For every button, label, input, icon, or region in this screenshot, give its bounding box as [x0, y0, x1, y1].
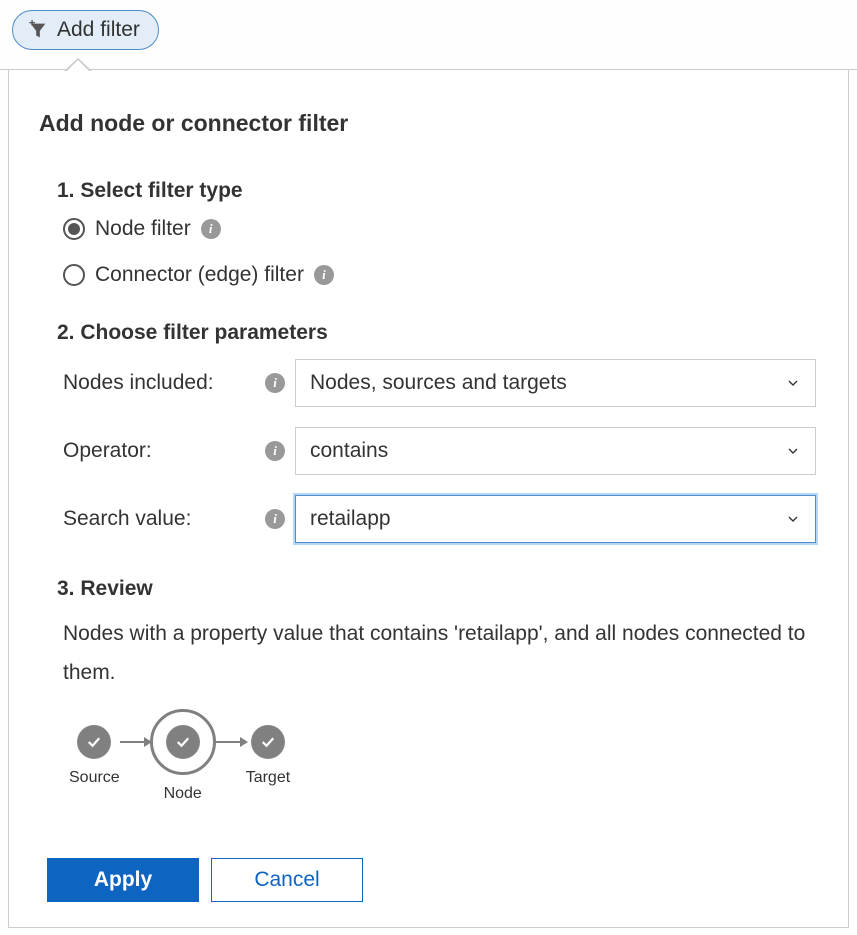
info-icon[interactable]: i [201, 219, 221, 239]
check-circle-icon [251, 725, 285, 759]
info-icon[interactable]: i [265, 373, 285, 393]
info-icon[interactable]: i [265, 509, 285, 529]
operator-label: Operator: [63, 439, 255, 463]
param-operator: Operator: i contains [63, 427, 818, 475]
diagram-node: Node [150, 709, 216, 803]
chevron-down-icon [785, 375, 801, 391]
diagram-node-label: Node [164, 785, 202, 803]
nodes-included-select[interactable]: Nodes, sources and targets [295, 359, 816, 407]
section-parameters: 2. Choose filter parameters Nodes includ… [39, 321, 818, 543]
search-value-select[interactable]: retailapp [295, 495, 816, 543]
review-diagram: Source Node Target [69, 709, 818, 803]
radio-node-label: Node filter [95, 217, 191, 241]
radio-connector-filter[interactable]: Connector (edge) filter i [63, 263, 818, 287]
funnel-icon: + [27, 19, 49, 41]
radio-node-filter[interactable]: Node filter i [63, 217, 818, 241]
section-filter-type: 1. Select filter type Node filter i Conn… [39, 179, 818, 287]
param-search-value: Search value: i retailapp [63, 495, 818, 543]
chevron-down-icon [785, 443, 801, 459]
search-value-label: Search value: [63, 507, 255, 531]
diagram-target-label: Target [246, 769, 290, 787]
filter-panel: Add node or connector filter 1. Select f… [8, 70, 849, 928]
param-nodes-included: Nodes included: i Nodes, sources and tar… [63, 359, 818, 407]
operator-select[interactable]: contains [295, 427, 816, 475]
section1-title: 1. Select filter type [57, 179, 818, 203]
radio-icon [63, 218, 85, 240]
callout-arrow [64, 58, 92, 71]
info-icon[interactable]: i [265, 441, 285, 461]
radio-connector-label: Connector (edge) filter [95, 263, 304, 287]
panel-title: Add node or connector filter [39, 110, 818, 137]
add-filter-button[interactable]: + Add filter [12, 10, 159, 50]
section3-title: 3. Review [57, 577, 818, 601]
diagram-target: Target [246, 725, 290, 787]
review-text: Nodes with a property value that contain… [63, 615, 818, 693]
check-circle-icon [77, 725, 111, 759]
info-icon[interactable]: i [314, 265, 334, 285]
diagram-source-label: Source [69, 769, 120, 787]
section-review: 3. Review Nodes with a property value th… [39, 577, 818, 803]
apply-button[interactable]: Apply [47, 858, 199, 902]
arrow-icon [120, 741, 150, 743]
top-bar: + Add filter [0, 0, 857, 70]
nodes-included-label: Nodes included: [63, 371, 255, 395]
chevron-down-icon [785, 511, 801, 527]
arrow-icon [216, 741, 246, 743]
radio-icon [63, 264, 85, 286]
check-circle-icon [166, 725, 200, 759]
operator-value: contains [310, 439, 388, 463]
add-filter-label: Add filter [57, 18, 140, 42]
section2-title: 2. Choose filter parameters [57, 321, 818, 345]
diagram-source: Source [69, 725, 120, 787]
cancel-button[interactable]: Cancel [211, 858, 363, 902]
check-circle-big-icon [150, 709, 216, 775]
button-row: Apply Cancel [47, 858, 818, 902]
nodes-included-value: Nodes, sources and targets [310, 371, 567, 395]
search-value-value: retailapp [310, 507, 391, 531]
